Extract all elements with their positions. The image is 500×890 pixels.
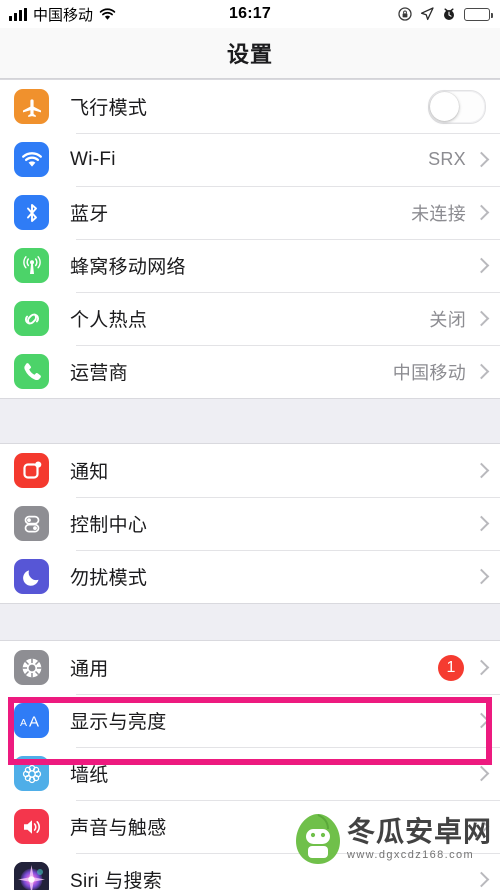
airplane-icon bbox=[14, 89, 49, 124]
settings-group-connectivity: 飞行模式 Wi-Fi SRX 蓝牙 未连接 bbox=[0, 79, 500, 399]
settings-row-display-brightness[interactable]: A A 显示与亮度 bbox=[0, 694, 500, 747]
siri-icon bbox=[14, 862, 49, 890]
chevron-right-icon bbox=[476, 151, 486, 168]
carrier-name: 中国移动 bbox=[33, 4, 93, 25]
rotation-lock-icon bbox=[398, 7, 412, 21]
display-brightness-aa-icon: A A bbox=[14, 703, 49, 738]
airplane-mode-toggle[interactable] bbox=[428, 90, 486, 124]
wifi-icon bbox=[14, 142, 49, 177]
settings-row-label: 显示与亮度 bbox=[70, 707, 476, 734]
chevron-right-icon bbox=[476, 568, 486, 585]
personal-hotspot-icon bbox=[14, 301, 49, 336]
page-title: 设置 bbox=[227, 37, 273, 69]
sound-speaker-icon bbox=[14, 809, 49, 844]
status-badge: 1 bbox=[438, 655, 464, 681]
settings-row-value: SRX bbox=[428, 149, 466, 170]
chevron-right-icon bbox=[476, 204, 486, 221]
chevron-right-icon bbox=[476, 515, 486, 532]
wifi-icon bbox=[99, 8, 116, 21]
cellular-antenna-icon bbox=[14, 248, 49, 283]
settings-row-label: 蜂窝移动网络 bbox=[70, 252, 466, 279]
group-separator bbox=[0, 604, 500, 640]
watermark-text: 冬瓜安卓网 www.dgxcdz168.com bbox=[347, 818, 492, 861]
wallpaper-flower-icon bbox=[14, 756, 49, 791]
settings-row-airplane-mode[interactable]: 飞行模式 bbox=[0, 80, 500, 133]
settings-row-label: Siri 与搜索 bbox=[70, 866, 476, 890]
chevron-right-icon bbox=[476, 310, 486, 327]
chevron-right-icon bbox=[476, 712, 486, 729]
settings-row-notifications[interactable]: 通知 bbox=[0, 444, 500, 497]
settings-row-wifi[interactable]: Wi-Fi SRX bbox=[0, 133, 500, 186]
settings-row-carrier[interactable]: 运营商 中国移动 bbox=[0, 345, 500, 398]
settings-list[interactable]: 飞行模式 Wi-Fi SRX 蓝牙 未连接 bbox=[0, 79, 500, 890]
settings-row-bluetooth[interactable]: 蓝牙 未连接 bbox=[0, 186, 500, 239]
settings-row-personal-hotspot[interactable]: 个人热点 关闭 bbox=[0, 292, 500, 345]
watermark-url: www.dgxcdz168.com bbox=[347, 849, 474, 861]
settings-row-label: Wi-Fi bbox=[70, 149, 428, 171]
svg-text:A: A bbox=[20, 717, 27, 729]
battery-icon bbox=[464, 8, 490, 21]
settings-row-control-center[interactable]: 控制中心 bbox=[0, 497, 500, 550]
watermark-title: 冬瓜安卓网 bbox=[347, 818, 492, 846]
chevron-right-icon bbox=[476, 659, 486, 676]
settings-group-alerts: 通知 控制中心 勿扰模式 bbox=[0, 443, 500, 604]
settings-row-wallpaper[interactable]: 墙纸 bbox=[0, 747, 500, 800]
settings-row-value: 中国移动 bbox=[393, 359, 466, 385]
location-arrow-icon bbox=[420, 7, 434, 21]
chevron-right-icon bbox=[476, 462, 486, 479]
bluetooth-icon bbox=[14, 195, 49, 230]
settings-row-label: 运营商 bbox=[70, 358, 393, 385]
gear-icon bbox=[14, 650, 49, 685]
settings-row-label: 通知 bbox=[70, 457, 476, 484]
settings-row-label: 勿扰模式 bbox=[70, 563, 476, 590]
phone-icon bbox=[14, 354, 49, 389]
settings-row-label: 控制中心 bbox=[70, 510, 476, 537]
status-bar-right bbox=[398, 7, 490, 21]
notifications-icon bbox=[14, 453, 49, 488]
settings-row-label: 蓝牙 bbox=[70, 199, 411, 226]
alarm-clock-icon bbox=[442, 7, 456, 21]
settings-row-value: 未连接 bbox=[411, 200, 466, 226]
settings-row-do-not-disturb[interactable]: 勿扰模式 bbox=[0, 550, 500, 603]
chevron-right-icon bbox=[476, 257, 486, 274]
settings-row-label: 飞行模式 bbox=[70, 93, 428, 120]
settings-row-label: 个人热点 bbox=[70, 305, 429, 332]
group-separator bbox=[0, 399, 500, 443]
chevron-right-icon bbox=[476, 871, 486, 888]
signal-bars-icon bbox=[9, 8, 27, 21]
status-bar: 中国移动 16:17 bbox=[0, 0, 500, 28]
do-not-disturb-moon-icon bbox=[14, 559, 49, 594]
control-center-icon bbox=[14, 506, 49, 541]
dongua-android-logo-icon bbox=[295, 813, 341, 865]
chevron-right-icon bbox=[476, 765, 486, 782]
settings-row-label: 通用 bbox=[70, 654, 438, 681]
watermark: 冬瓜安卓网 www.dgxcdz168.com bbox=[295, 813, 492, 865]
settings-row-cellular[interactable]: 蜂窝移动网络 bbox=[0, 239, 500, 292]
settings-row-value: 关闭 bbox=[429, 306, 466, 332]
svg-text:A: A bbox=[29, 713, 39, 730]
nav-header: 设置 bbox=[0, 28, 500, 79]
status-bar-left: 中国移动 bbox=[9, 4, 116, 25]
chevron-right-icon bbox=[476, 363, 486, 380]
settings-row-label: 墙纸 bbox=[70, 760, 476, 787]
settings-row-general[interactable]: 通用 1 bbox=[0, 641, 500, 694]
